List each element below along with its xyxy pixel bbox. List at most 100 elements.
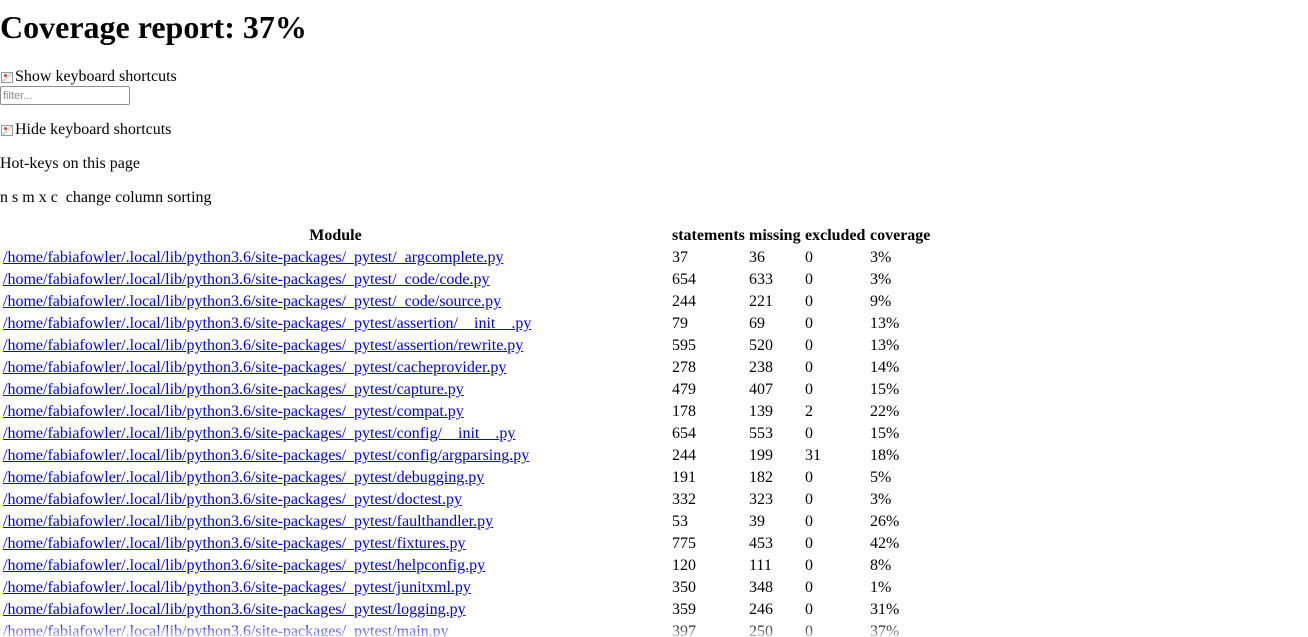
statements-cell: 53 <box>672 513 688 530</box>
statements-cell: 350 <box>672 579 696 596</box>
statements-cell: 332 <box>672 491 696 508</box>
hotkey-c: c <box>50 189 58 206</box>
module-link[interactable]: /home/fabiafowler/.local/lib/python3.6/s… <box>3 403 464 420</box>
excluded-cell: 2 <box>805 403 813 420</box>
module-cell: /home/fabiafowler/.local/lib/python3.6/s… <box>2 314 669 334</box>
excluded-cell: 0 <box>805 425 813 442</box>
statements-cell: 775 <box>672 535 696 552</box>
module-link[interactable]: /home/fabiafowler/.local/lib/python3.6/s… <box>3 491 462 508</box>
module-link[interactable]: /home/fabiafowler/.local/lib/python3.6/s… <box>3 359 506 376</box>
statements-cell: 37 <box>672 249 688 266</box>
module-cell: /home/fabiafowler/.local/lib/python3.6/s… <box>2 358 669 378</box>
table-header-row: Module statements missing excluded cover… <box>2 226 931 246</box>
coverage-cell: 13% <box>870 315 900 332</box>
show-keyboard-shortcuts-button[interactable]: Show keyboard shortcuts <box>0 68 177 86</box>
keyboard-icon <box>0 123 15 137</box>
page-title: Coverage report: 37% <box>0 9 307 45</box>
coverage-table: Module statements missing excluded cover… <box>0 224 933 637</box>
module-link[interactable]: /home/fabiafowler/.local/lib/python3.6/s… <box>3 469 484 486</box>
module-link[interactable]: /home/fabiafowler/.local/lib/python3.6/s… <box>3 249 503 266</box>
hotkeys-list: n s m x c change column sorting <box>0 189 212 207</box>
hotkeys-heading: Hot-keys on this page <box>0 155 140 172</box>
module-link[interactable]: /home/fabiafowler/.local/lib/python3.6/s… <box>3 579 471 596</box>
coverage-cell: 3% <box>870 491 892 508</box>
module-link[interactable]: /home/fabiafowler/.local/lib/python3.6/s… <box>3 337 523 354</box>
column-header-statements[interactable]: statements <box>671 226 746 246</box>
missing-cell: 348 <box>749 579 773 596</box>
excluded-cell: 0 <box>805 513 813 530</box>
module-cell: /home/fabiafowler/.local/lib/python3.6/s… <box>2 600 669 620</box>
excluded-cell: 0 <box>805 315 813 332</box>
missing-cell: 139 <box>749 403 773 420</box>
excluded-cell: 0 <box>805 271 813 288</box>
table-row: /home/fabiafowler/.local/lib/python3.6/s… <box>2 424 931 444</box>
table-row: /home/fabiafowler/.local/lib/python3.6/s… <box>2 380 931 400</box>
missing-cell: 407 <box>749 381 773 398</box>
module-cell: /home/fabiafowler/.local/lib/python3.6/s… <box>2 556 669 576</box>
hotkey-m: m <box>22 189 35 206</box>
statements-cell: 244 <box>672 447 696 464</box>
show-keyboard-shortcuts-label: Show keyboard shortcuts <box>15 68 177 85</box>
coverage-cell: 31% <box>870 601 900 618</box>
column-header-coverage[interactable]: coverage <box>869 226 931 246</box>
table-row: /home/fabiafowler/.local/lib/python3.6/s… <box>2 314 931 334</box>
coverage-cell: 18% <box>870 447 900 464</box>
statements-cell: 479 <box>672 381 696 398</box>
missing-cell: 182 <box>749 469 773 486</box>
excluded-cell: 0 <box>805 491 813 508</box>
missing-cell: 520 <box>749 337 773 354</box>
module-cell: /home/fabiafowler/.local/lib/python3.6/s… <box>2 424 669 444</box>
table-row: /home/fabiafowler/.local/lib/python3.6/s… <box>2 512 931 532</box>
module-link[interactable]: /home/fabiafowler/.local/lib/python3.6/s… <box>3 535 466 552</box>
coverage-cell: 22% <box>870 403 900 420</box>
coverage-cell: 8% <box>870 557 892 574</box>
excluded-cell: 0 <box>805 535 813 552</box>
column-header-excluded[interactable]: excluded <box>804 226 867 246</box>
statements-cell: 359 <box>672 601 696 618</box>
keyboard-icon <box>0 70 15 84</box>
module-link[interactable]: /home/fabiafowler/.local/lib/python3.6/s… <box>3 381 464 398</box>
coverage-cell: 13% <box>870 337 900 354</box>
coverage-cell: 14% <box>870 359 900 376</box>
hotkey-s: s <box>12 189 19 206</box>
module-cell: /home/fabiafowler/.local/lib/python3.6/s… <box>2 512 669 532</box>
module-link[interactable]: /home/fabiafowler/.local/lib/python3.6/s… <box>3 315 531 332</box>
module-link[interactable]: /home/fabiafowler/.local/lib/python3.6/s… <box>3 623 449 637</box>
statements-cell: 244 <box>672 293 696 310</box>
coverage-cell: 15% <box>870 425 900 442</box>
module-link[interactable]: /home/fabiafowler/.local/lib/python3.6/s… <box>3 557 485 574</box>
excluded-cell: 0 <box>805 359 813 376</box>
module-cell: /home/fabiafowler/.local/lib/python3.6/s… <box>2 578 669 598</box>
excluded-cell: 0 <box>805 337 813 354</box>
module-link[interactable]: /home/fabiafowler/.local/lib/python3.6/s… <box>3 425 515 442</box>
missing-cell: 111 <box>749 557 772 574</box>
coverage-cell: 9% <box>870 293 892 310</box>
statements-cell: 120 <box>672 557 696 574</box>
module-link[interactable]: /home/fabiafowler/.local/lib/python3.6/s… <box>3 271 490 288</box>
missing-cell: 250 <box>749 623 773 637</box>
hide-keyboard-shortcuts-button[interactable]: Hide keyboard shortcuts <box>0 121 171 139</box>
column-header-module[interactable]: Module <box>2 226 669 246</box>
module-link[interactable]: /home/fabiafowler/.local/lib/python3.6/s… <box>3 601 466 618</box>
table-row: /home/fabiafowler/.local/lib/python3.6/s… <box>2 622 931 637</box>
module-cell: /home/fabiafowler/.local/lib/python3.6/s… <box>2 336 669 356</box>
table-row: /home/fabiafowler/.local/lib/python3.6/s… <box>2 600 931 620</box>
statements-cell: 654 <box>672 425 696 442</box>
coverage-cell: 3% <box>870 271 892 288</box>
statements-cell: 397 <box>672 623 696 637</box>
module-link[interactable]: /home/fabiafowler/.local/lib/python3.6/s… <box>3 513 493 530</box>
module-cell: /home/fabiafowler/.local/lib/python3.6/s… <box>2 402 669 422</box>
statements-cell: 654 <box>672 271 696 288</box>
hide-keyboard-shortcuts-label: Hide keyboard shortcuts <box>15 121 172 138</box>
module-cell: /home/fabiafowler/.local/lib/python3.6/s… <box>2 248 669 268</box>
table-row: /home/fabiafowler/.local/lib/python3.6/s… <box>2 292 931 312</box>
module-cell: /home/fabiafowler/.local/lib/python3.6/s… <box>2 622 669 637</box>
module-link[interactable]: /home/fabiafowler/.local/lib/python3.6/s… <box>3 293 501 310</box>
coverage-cell: 26% <box>870 513 900 530</box>
module-link[interactable]: /home/fabiafowler/.local/lib/python3.6/s… <box>3 447 529 464</box>
column-header-missing[interactable]: missing <box>748 226 802 246</box>
filter-input[interactable] <box>0 86 130 105</box>
excluded-cell: 0 <box>805 469 813 486</box>
module-cell: /home/fabiafowler/.local/lib/python3.6/s… <box>2 380 669 400</box>
missing-cell: 246 <box>749 601 773 618</box>
